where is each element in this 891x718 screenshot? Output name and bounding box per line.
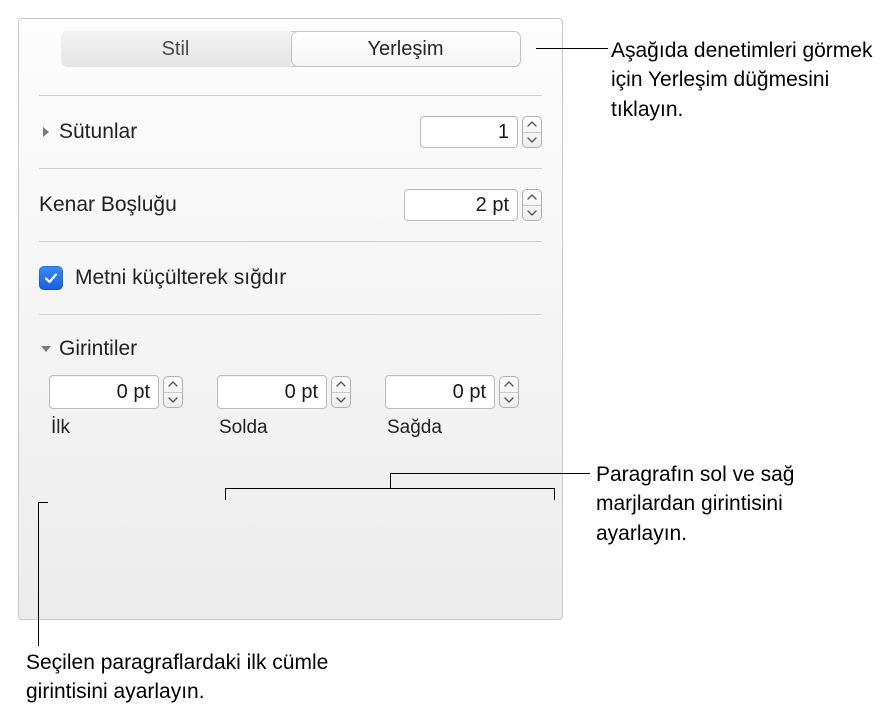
callout-first-indent: Seçilen paragraflardaki ilk cümle girint…: [26, 648, 346, 707]
indent-right-stepper: [499, 376, 519, 408]
tab-style-label: Stil: [162, 38, 190, 61]
columns-label: Sütunlar: [59, 120, 137, 144]
indent-fields-row: İlk Solda: [39, 375, 542, 439]
columns-step-up[interactable]: [523, 117, 541, 133]
columns-stepper-field: [420, 116, 542, 148]
tab-segmented-control: Stil Yerleşim: [61, 31, 521, 67]
columns-row: Sütunlar: [39, 112, 542, 152]
indent-left-label: Solda: [217, 413, 351, 439]
indent-left-input[interactable]: [217, 375, 327, 409]
divider: [39, 241, 542, 242]
indent-first-label: İlk: [49, 413, 183, 439]
callout-bracket: [225, 488, 555, 500]
margin-step-down[interactable]: [523, 206, 541, 221]
margin-step-up[interactable]: [523, 190, 541, 206]
margin-stepper-field: [404, 189, 542, 221]
indents-header: Girintiler: [39, 331, 542, 375]
indent-left-column: Solda: [217, 375, 351, 439]
tab-layout-label: Yerleşim: [368, 38, 444, 61]
divider: [39, 314, 542, 315]
margin-label: Kenar Boşluğu: [39, 193, 177, 217]
margin-stepper: [522, 189, 542, 221]
indent-left-step-down[interactable]: [332, 393, 350, 408]
callout-line: [536, 48, 608, 49]
indent-first-input[interactable]: [49, 375, 159, 409]
shrink-text-row: Metni küçülterek sığdır: [39, 258, 542, 298]
indent-first-step-up[interactable]: [164, 377, 182, 393]
indent-first-stepper: [163, 376, 183, 408]
shrink-text-label: Metni küçülterek sığdır: [75, 266, 286, 290]
indent-first-column: İlk: [49, 375, 183, 439]
margin-input[interactable]: [404, 189, 518, 221]
callout-line: [390, 473, 590, 474]
callout-line: [390, 473, 391, 488]
chevron-right-icon[interactable]: [39, 125, 53, 139]
indent-right-label: Sağda: [385, 413, 519, 439]
layout-inspector-panel: Stil Yerleşim Sütunlar: [18, 18, 563, 620]
margin-row: Kenar Boşluğu: [39, 185, 542, 225]
callout-layout-tab: Aşağıda denetimleri görmek için Yerleşim…: [611, 36, 881, 124]
check-icon: [43, 270, 59, 286]
tab-layout[interactable]: Yerleşim: [291, 31, 521, 67]
columns-input[interactable]: [420, 116, 518, 148]
indent-right-input[interactable]: [385, 375, 495, 409]
indent-right-step-down[interactable]: [500, 393, 518, 408]
callout-line: [38, 502, 39, 646]
tab-style[interactable]: Stil: [61, 31, 291, 67]
divider: [39, 95, 542, 96]
columns-stepper: [522, 116, 542, 148]
divider: [39, 168, 542, 169]
shrink-text-checkbox[interactable]: [39, 266, 63, 290]
chevron-down-icon[interactable]: [39, 342, 53, 356]
indent-left-stepper: [331, 376, 351, 408]
indent-left-step-up[interactable]: [332, 377, 350, 393]
callout-lr-indent: Paragrafın sol ve sağ marjlardan girinti…: [596, 460, 876, 548]
indent-first-step-down[interactable]: [164, 393, 182, 408]
columns-step-down[interactable]: [523, 133, 541, 148]
indent-right-column: Sağda: [385, 375, 519, 439]
indent-right-step-up[interactable]: [500, 377, 518, 393]
callout-line: [38, 502, 48, 503]
indents-label: Girintiler: [59, 337, 137, 361]
